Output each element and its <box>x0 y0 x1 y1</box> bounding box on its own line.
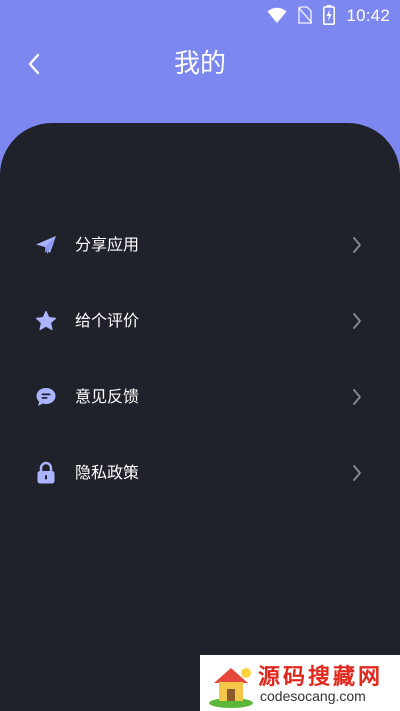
paper-plane-icon <box>34 233 58 257</box>
star-icon <box>34 309 58 333</box>
menu-item-label: 给个评价 <box>75 311 140 330</box>
menu-item-share-app[interactable]: 分享应用 <box>0 207 400 283</box>
page-title: 我的 <box>173 49 226 79</box>
watermark: 源码搜藏网 codesocang.com <box>200 655 400 711</box>
menu-item-privacy-policy[interactable]: 隐私政策 <box>0 435 400 511</box>
menu-item-label: 隐私政策 <box>75 463 140 482</box>
lock-icon <box>34 461 58 485</box>
header: 我的 <box>0 38 400 92</box>
content-panel: 分享应用 给个评价 意见反馈 隐私政策 <box>0 123 400 711</box>
watermark-url: codesocang.com <box>260 688 366 704</box>
chevron-right-icon <box>350 311 364 331</box>
no-sim-icon <box>298 6 312 24</box>
status-bar: 10:42 <box>0 0 400 32</box>
house-logo-icon <box>209 668 253 708</box>
menu-list: 分享应用 给个评价 意见反馈 隐私政策 <box>0 207 400 511</box>
chevron-right-icon <box>350 235 364 255</box>
watermark-title: 源码搜藏网 <box>258 665 384 690</box>
menu-item-feedback[interactable]: 意见反馈 <box>0 359 400 435</box>
chat-bubble-icon <box>34 385 58 409</box>
chevron-right-icon <box>350 387 364 407</box>
menu-item-rate[interactable]: 给个评价 <box>0 283 400 359</box>
menu-item-label: 意见反馈 <box>75 387 140 406</box>
menu-item-label: 分享应用 <box>75 235 140 254</box>
status-time: 10:42 <box>346 6 390 25</box>
wifi-icon <box>267 7 287 23</box>
chevron-right-icon <box>350 463 364 483</box>
battery-charging-icon <box>323 5 335 25</box>
